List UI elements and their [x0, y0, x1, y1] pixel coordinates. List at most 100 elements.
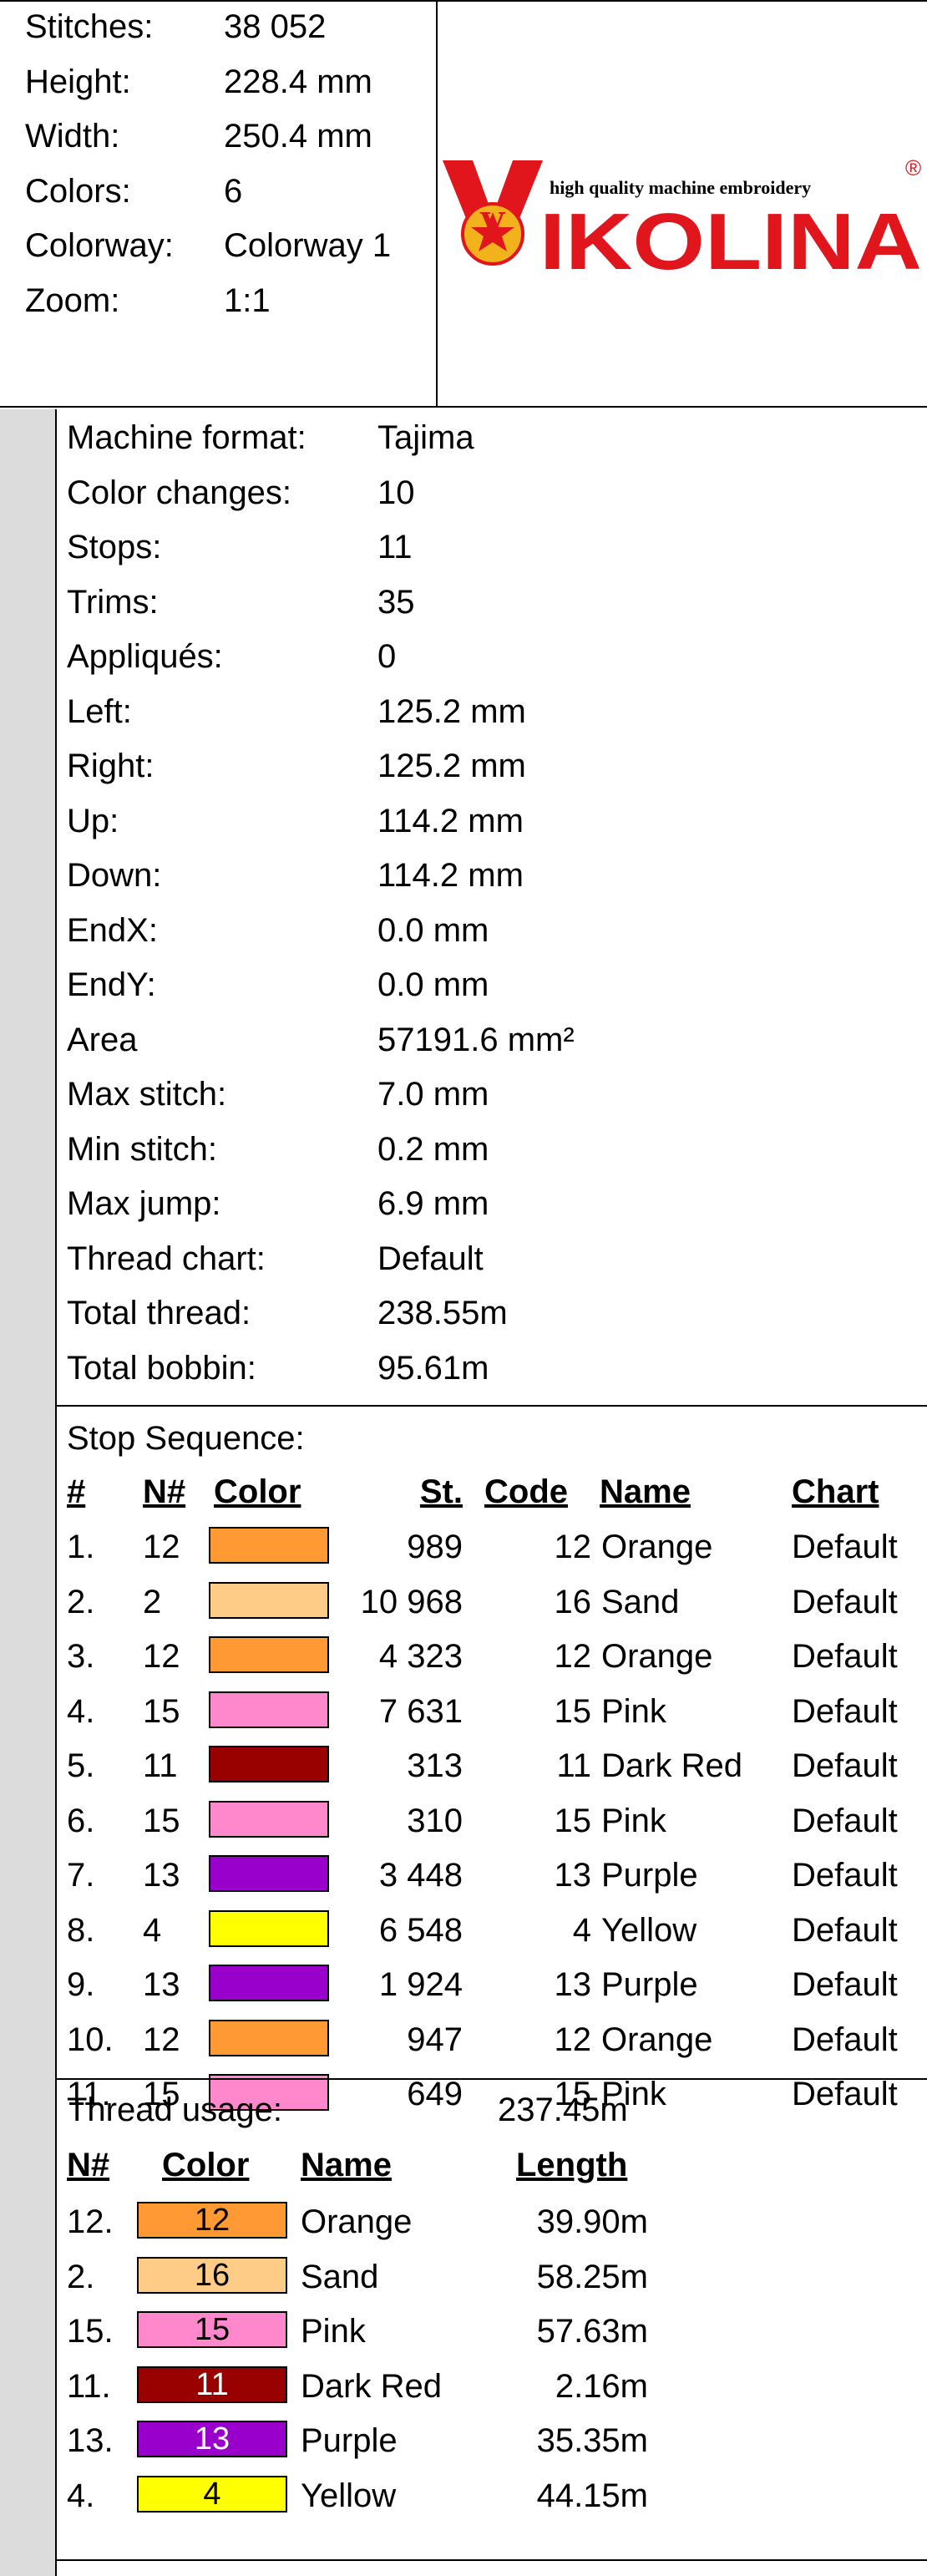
- stop-thread-name: Orange: [601, 1638, 713, 1675]
- col-name-header: Name: [600, 1473, 691, 1510]
- stop-index: 10.: [67, 2021, 114, 2058]
- detail-value: 6.9 mm: [377, 1185, 489, 1222]
- detail-value: 0: [377, 638, 397, 675]
- divider: [57, 2559, 927, 2561]
- stop-chart: Default: [792, 2021, 898, 2058]
- stop-index: 3.: [67, 1638, 95, 1675]
- stop-stitches: 313: [407, 1747, 463, 1784]
- stop-index: 2.: [67, 1583, 95, 1620]
- summary-label: Colors:: [25, 172, 131, 210]
- detail-value: 114.2 mm: [377, 802, 524, 839]
- divider: [57, 2078, 927, 2080]
- stop-needle: 11: [143, 1747, 178, 1784]
- stop-color-swatch: [209, 1636, 329, 1673]
- usage-length: 2.16m: [555, 2367, 648, 2405]
- detail-label: Thread chart:: [67, 1240, 266, 1277]
- logo-initial: V: [479, 204, 506, 245]
- summary-value: 228.4 mm: [224, 63, 372, 100]
- usage-thread-name: Yellow: [301, 2477, 397, 2514]
- left-gutter: [0, 409, 57, 2576]
- col-index-header: #: [67, 1473, 86, 1510]
- logo-brand: IKOLINA: [539, 197, 922, 274]
- usage-color-code: 13: [194, 2421, 230, 2457]
- summary-value: 38 052: [224, 8, 327, 45]
- vikolina-logo: V high quality machine embroidery IKOLIN…: [443, 157, 922, 274]
- summary-value: 6: [224, 172, 243, 210]
- stop-stitches: 3 448: [378, 1857, 463, 1894]
- detail-value: 95.61m: [377, 1349, 489, 1387]
- usage-color-header: Color: [162, 2147, 250, 2183]
- usage-thread-name: Orange: [301, 2203, 413, 2240]
- stop-stitches: 4 323: [378, 1638, 463, 1675]
- stop-code: 12: [554, 1638, 592, 1675]
- detail-value: 35: [377, 583, 415, 621]
- detail-label: Machine format:: [67, 419, 306, 456]
- stop-chart: Default: [792, 1802, 898, 1839]
- stop-thread-name: Pink: [601, 1802, 666, 1839]
- stop-chart: Default: [792, 1638, 898, 1675]
- usage-length-header: Length: [516, 2147, 628, 2183]
- thread-usage-title: Thread usage:: [67, 2092, 282, 2128]
- stop-index: 1.: [67, 1529, 95, 1565]
- stop-sequence-title: Stop Sequence:: [67, 1420, 305, 1457]
- stop-thread-name: Dark Red: [601, 1747, 742, 1784]
- stop-thread-name: Sand: [601, 1583, 680, 1620]
- usage-needle: 12.: [67, 2203, 114, 2240]
- detail-value: 11: [377, 529, 413, 565]
- stop-thread-name: Purple: [601, 1966, 698, 2003]
- stop-chart: Default: [792, 1966, 898, 2003]
- stop-color-swatch: [209, 1746, 329, 1782]
- stop-needle: 12: [143, 2021, 180, 2058]
- usage-color-swatch: 11: [137, 2366, 287, 2403]
- stop-needle: 2: [143, 1583, 162, 1620]
- stop-chart: Default: [792, 1857, 898, 1894]
- summary-label: Stitches:: [25, 8, 154, 45]
- stop-needle: 15: [143, 1692, 180, 1730]
- detail-label: Total bobbin:: [67, 1349, 256, 1387]
- header-section: Stitches: 38 052 Height: 228.4 mm Width: 250.…: [0, 0, 927, 409]
- summary-label: Height:: [25, 63, 131, 100]
- stop-thread-name: Pink: [601, 1692, 666, 1730]
- stop-code: 15: [554, 1802, 592, 1839]
- usage-needle: 15.: [67, 2313, 114, 2350]
- detail-label: Max stitch:: [67, 1076, 227, 1113]
- usage-color-code: 12: [194, 2203, 230, 2238]
- detail-value: 0.2 mm: [377, 1130, 489, 1168]
- detail-value: 114.2 mm: [377, 857, 524, 894]
- stop-color-swatch: [209, 1581, 329, 1619]
- detail-label: Min stitch:: [67, 1130, 218, 1168]
- stop-stitches: 947: [407, 2021, 463, 2058]
- stop-index: 8.: [67, 1911, 95, 1949]
- detail-value: 0.0 mm: [377, 966, 489, 1003]
- detail-label: Total thread:: [67, 1295, 251, 1331]
- usage-length: 58.25m: [536, 2258, 648, 2295]
- stop-index: 7.: [67, 1857, 95, 1894]
- logo-tagline: high quality machine embroidery: [550, 177, 811, 198]
- detail-label: Area: [67, 1021, 138, 1058]
- stop-code: 16: [554, 1583, 592, 1620]
- stop-color-swatch: [209, 1855, 329, 1892]
- report-body: Machine format: Tajima Color changes: 10 Sto…: [57, 409, 927, 2576]
- usage-length: 39.90m: [536, 2203, 648, 2240]
- detail-label: Down:: [67, 857, 162, 894]
- logo-panel: V high quality machine embroidery IKOLIN…: [436, 0, 927, 408]
- stop-thread-name: Purple: [601, 1857, 698, 1894]
- stop-needle: 15: [143, 1802, 180, 1839]
- usage-color-swatch: 15: [137, 2311, 287, 2348]
- usage-needle: 2.: [67, 2258, 95, 2295]
- usage-thread-name: Sand: [301, 2258, 379, 2295]
- usage-color-code: 16: [194, 2257, 230, 2293]
- stop-code: 4: [572, 1911, 591, 1949]
- detail-value: 125.2 mm: [377, 692, 526, 730]
- usage-thread-name: Pink: [301, 2313, 366, 2350]
- detail-label: Color changes:: [67, 474, 292, 511]
- usage-color-code: 15: [194, 2312, 230, 2347]
- stop-needle: 12: [143, 1638, 180, 1675]
- stop-thread-name: Yellow: [601, 1911, 697, 1949]
- detail-value: 7.0 mm: [377, 1076, 489, 1113]
- stop-needle: 4: [143, 1911, 162, 1949]
- registered-icon: ®: [905, 157, 921, 180]
- stop-color-swatch: [209, 2019, 329, 2056]
- usage-color-code: 11: [195, 2366, 229, 2402]
- usage-color-swatch: 13: [137, 2421, 287, 2457]
